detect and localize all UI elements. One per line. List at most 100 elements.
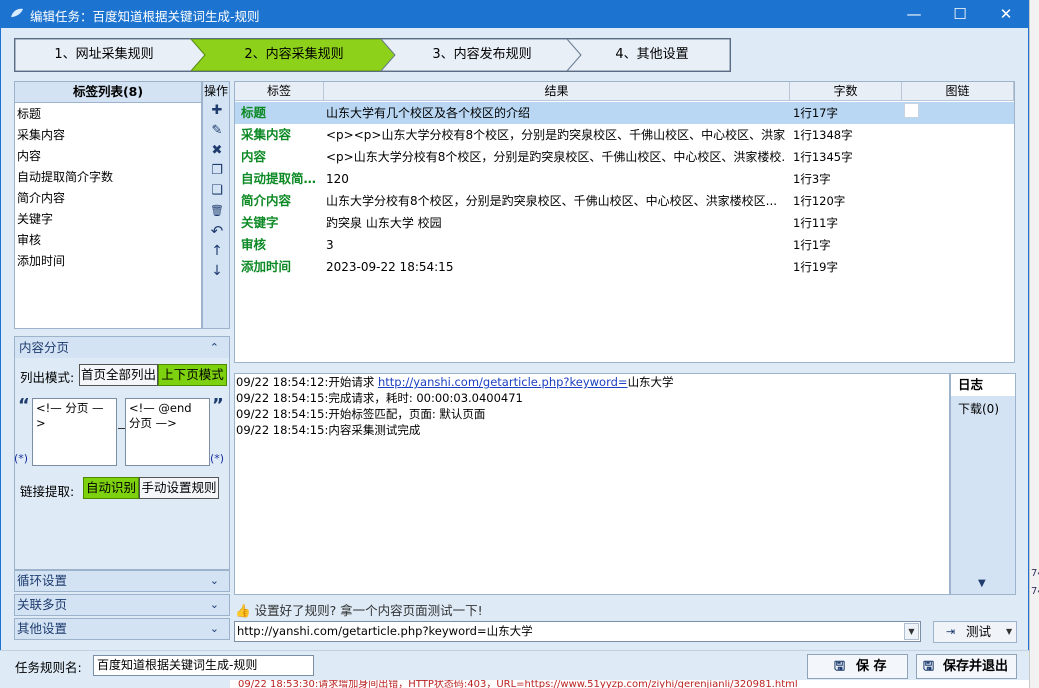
edit-icon[interactable]: ✎ xyxy=(206,122,228,140)
mode-all-button[interactable]: 首页全部列出 xyxy=(79,364,158,386)
column-header-result[interactable]: 结果 xyxy=(324,82,790,101)
table-row[interactable]: 审核 3 1行1字 xyxy=(235,234,1014,256)
scroll-down-icon[interactable]: ▼ xyxy=(978,578,986,589)
chevron-down-icon[interactable]: ⌄ xyxy=(210,571,219,591)
row-result: 3 xyxy=(326,238,334,252)
list-mode-label: 列出模式: xyxy=(20,370,75,385)
table-row[interactable]: 内容 <p>山东大学分校有8个校区，分别是趵突泉校区、千佛山校区、中心校区、洪家… xyxy=(235,146,1014,168)
close-button[interactable]: ✕ xyxy=(983,0,1029,28)
paste-icon[interactable]: ❏ xyxy=(206,182,228,200)
row-result: <p>山东大学分校有8个校区，分别是趵突泉校区、千佛山校区、中心校区、洪家楼校.… xyxy=(326,150,786,164)
chevron-up-icon[interactable]: ⌃ xyxy=(210,337,219,358)
column-header-tag[interactable]: 标签 xyxy=(235,82,324,101)
move-down-icon[interactable]: ↓ xyxy=(206,262,228,280)
add-icon[interactable]: ✚ xyxy=(206,102,228,120)
log-text: 完成请求，耗时: 00:00:03.0400471 xyxy=(328,391,523,405)
column-header-image-link[interactable]: 图链 xyxy=(902,82,1014,101)
chevron-down-icon[interactable]: ⌄ xyxy=(210,595,219,615)
table-row[interactable]: 自动提取简… 120 1行3字 xyxy=(235,168,1014,190)
row-result: 120 xyxy=(326,172,349,186)
section-loop-settings[interactable]: 循环设置 ⌄ xyxy=(14,570,230,592)
chevron-down-icon[interactable]: ⌄ xyxy=(210,619,219,639)
link-auto-button[interactable]: 自动识别 xyxy=(83,477,139,499)
row-label: 审核 xyxy=(241,237,267,252)
log-link[interactable]: http://yanshi.com/getarticle.php?keyword… xyxy=(378,375,628,389)
range-dash xyxy=(118,428,125,429)
tag-item-add-time[interactable]: 添加时间 xyxy=(17,251,65,272)
log-text: 开始请求 xyxy=(328,375,378,389)
link-manual-button[interactable]: 手动设置规则 xyxy=(139,477,219,499)
step-url-rules[interactable]: 1、网址采集规则 xyxy=(15,39,193,71)
tag-item-keywords[interactable]: 关键字 xyxy=(17,209,53,230)
row-label: 内容 xyxy=(241,149,267,164)
row-label: 标题 xyxy=(241,105,267,120)
table-row[interactable]: 关键字 趵突泉 山东大学 校园 1行11字 xyxy=(235,212,1014,234)
row-count: 1行1348字 xyxy=(793,128,853,142)
save-icon: 🖫 xyxy=(834,659,846,674)
row-count: 1行17字 xyxy=(793,106,838,120)
test-button[interactable]: ⇥ 测试 ▼ xyxy=(933,621,1017,643)
row-result: 趵突泉 山东大学 校园 xyxy=(326,216,442,230)
minimize-button[interactable]: — xyxy=(891,0,937,28)
undo-icon[interactable]: ↶ xyxy=(206,222,228,240)
task-name-input[interactable]: 百度知道根据关键词生成-规则 xyxy=(93,655,314,676)
content-paging-title: 内容分页 xyxy=(19,340,70,355)
section-related-pages[interactable]: 关联多页 ⌄ xyxy=(14,594,230,616)
thumbs-up-icon: 👍 xyxy=(235,603,251,618)
table-row[interactable]: 标题 山东大学有几个校区及各个校区的介绍 1行17字 xyxy=(235,102,1014,124)
log-time: 09/22 18:54:15: xyxy=(236,407,329,421)
test-hint-text: 设置好了规则? 拿一个内容页面测试一下! xyxy=(254,603,483,618)
paging-start-field[interactable]: <!— 分页 —> xyxy=(32,398,117,466)
copy-icon[interactable]: ❐ xyxy=(206,162,228,180)
wizard-steps: 1、网址采集规则 2、内容采集规则 3、内容发布规则 4、其他设置 xyxy=(14,38,731,72)
task-name-label: 任务规则名: xyxy=(15,660,82,675)
maximize-button[interactable]: ☐ xyxy=(937,0,983,28)
tag-item-review[interactable]: 审核 xyxy=(17,230,41,251)
save-exit-button[interactable]: 🖫 保存并退出 xyxy=(916,654,1017,679)
tab-log[interactable]: 日志 xyxy=(951,374,1015,396)
row-count: 1行120字 xyxy=(793,194,846,208)
row-label: 关键字 xyxy=(241,215,279,230)
tag-item-title[interactable]: 标题 xyxy=(17,104,41,125)
section-other-settings[interactable]: 其他设置 ⌄ xyxy=(14,618,230,640)
mode-prev-next-button[interactable]: 上下页模式 xyxy=(158,364,227,386)
test-url-input[interactable]: http://yanshi.com/getarticle.php?keyword… xyxy=(234,621,921,642)
section-loop-label: 循环设置 xyxy=(17,573,68,588)
wildcard-start-button[interactable]: (*) xyxy=(14,452,28,465)
step-publish-rules[interactable]: 3、内容发布规则 xyxy=(391,39,573,71)
table-row[interactable]: 简介内容 山东大学分校有8个校区，分别是趵突泉校区、千佛山校区、中心校区、洪家楼… xyxy=(235,190,1014,212)
row-result: <p><p>山东大学分校有8个校区，分别是趵突泉校区、千佛山校区、中心校区、洪家… xyxy=(326,128,786,142)
tag-item-summary[interactable]: 简介内容 xyxy=(17,188,65,209)
save-button-label: 保 存 xyxy=(856,659,887,674)
chevron-down-icon[interactable]: ▼ xyxy=(1006,622,1012,642)
trash-icon[interactable]: 🗑 xyxy=(206,202,228,220)
save-exit-button-label: 保存并退出 xyxy=(943,659,1009,674)
step-other-settings[interactable]: 4、其他设置 xyxy=(577,39,727,71)
login-arrow-icon: ⇥ xyxy=(946,625,956,638)
tag-list-header: 标签列表(8) xyxy=(15,82,201,103)
row-result: 2023-09-22 18:54:15 xyxy=(326,260,454,274)
row-label: 添加时间 xyxy=(241,259,292,274)
column-header-count[interactable]: 字数 xyxy=(790,82,902,101)
tag-item-collect-content[interactable]: 采集内容 xyxy=(17,125,65,146)
url-dropdown-icon[interactable]: ▼ xyxy=(904,623,919,640)
delete-icon[interactable]: ✖ xyxy=(206,142,228,160)
tab-download[interactable]: 下载(0) xyxy=(958,400,999,418)
content-paging-header[interactable]: 内容分页 ⌃ xyxy=(15,337,229,358)
wildcard-end-button[interactable]: (*) xyxy=(210,452,224,465)
image-link-checkbox[interactable] xyxy=(904,103,919,118)
window-title: 编辑任务：百度知道根据关键词生成-规则 xyxy=(30,9,260,24)
save-button[interactable]: 🖫 保 存 xyxy=(807,654,908,679)
tag-item-summary-length[interactable]: 自动提取简介字数 xyxy=(17,167,113,188)
background-status-text: 09/22 18:53:30:请求增加身间出错，HTTP状态码:403，URL=… xyxy=(238,680,798,688)
paging-end-field[interactable]: <!— @end 分页 —> xyxy=(125,398,210,466)
move-up-icon[interactable]: ↑ xyxy=(206,242,228,260)
tag-item-content[interactable]: 内容 xyxy=(17,146,41,167)
test-button-label: 测试 xyxy=(966,624,992,639)
log-time: 09/22 18:54:15: xyxy=(236,423,329,437)
table-row[interactable]: 采集内容 <p><p>山东大学分校有8个校区，分别是趵突泉校区、千佛山校区、中心… xyxy=(235,124,1014,146)
log-line: 09/22 18:54:12:开始请求 http://yanshi.com/ge… xyxy=(236,374,674,390)
step-content-rules[interactable]: 2、内容采集规则 xyxy=(201,39,387,71)
table-row[interactable]: 添加时间 2023-09-22 18:54:15 1行19字 xyxy=(235,256,1014,278)
title-bar[interactable]: 编辑任务：百度知道根据关键词生成-规则 — ☐ ✕ xyxy=(0,0,1029,28)
